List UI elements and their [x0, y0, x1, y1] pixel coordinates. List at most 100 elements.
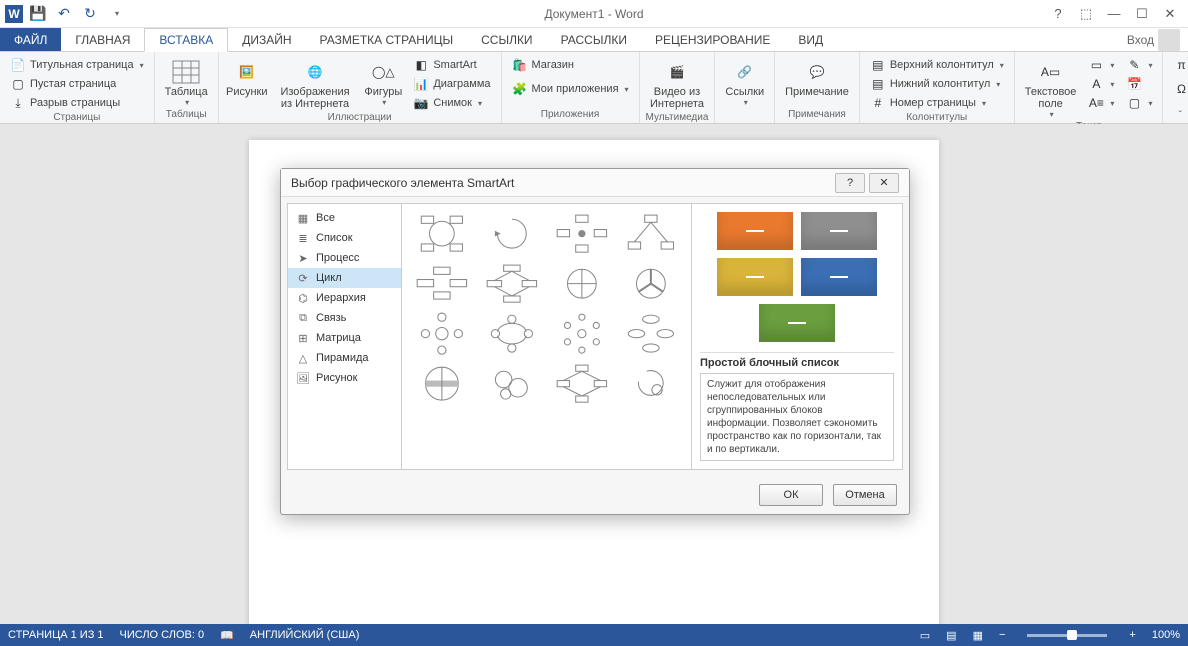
view-read-icon[interactable]: ▭ [920, 629, 930, 642]
gallery-thumb[interactable] [619, 212, 683, 256]
symbol-button[interactable]: ΩСимвол [1169, 80, 1188, 98]
tab-references[interactable]: ССЫЛКИ [467, 28, 546, 51]
maximize-icon[interactable]: ☐ [1129, 3, 1155, 25]
view-web-icon[interactable]: ▦ [973, 629, 983, 642]
group-apps: 🛍️Магазин 🧩Мои приложения Приложения [502, 52, 640, 123]
tab-home[interactable]: ГЛАВНАЯ [61, 28, 144, 51]
text-extras-5[interactable]: 📅 [1122, 75, 1156, 93]
tab-layout[interactable]: РАЗМЕТКА СТРАНИЦЫ [306, 28, 468, 51]
gallery-thumb[interactable] [410, 362, 474, 406]
group-illustrations: 🖼️Рисунки 🌐Изображения из Интернета ◯△Фи… [219, 52, 502, 123]
redo-icon[interactable]: ↻ [79, 3, 101, 25]
smartart-button[interactable]: ◧SmartArt [409, 56, 494, 74]
gallery-thumb[interactable] [550, 362, 614, 406]
zoom-slider[interactable] [1027, 634, 1107, 637]
group-symbols: πУравнение ΩСимвол Символы [1163, 52, 1188, 123]
cat-all[interactable]: ▦Все [288, 208, 401, 228]
status-bar: СТРАНИЦА 1 ИЗ 1 ЧИСЛО СЛОВ: 0 📖 АНГЛИЙСК… [0, 624, 1188, 646]
zoom-level[interactable]: 100% [1152, 629, 1180, 641]
tab-design[interactable]: ДИЗАЙН [228, 28, 305, 51]
smartart-dialog: Выбор графического элемента SmartArt ? ✕… [280, 168, 910, 515]
cat-pyramid[interactable]: △Пирамида [288, 348, 401, 368]
links-button[interactable]: 🔗Ссылки [721, 56, 768, 109]
chart-button[interactable]: 📊Диаграмма [409, 75, 494, 93]
gallery-thumb[interactable] [480, 362, 544, 406]
group-links: 🔗Ссылки [715, 52, 775, 123]
pictures-button[interactable]: 🖼️Рисунки [225, 56, 269, 100]
zoom-in-icon[interactable]: + [1129, 629, 1135, 641]
symbol-icon: Ω [1173, 81, 1188, 97]
gallery-thumb[interactable] [480, 212, 544, 256]
gallery-thumb[interactable] [619, 262, 683, 306]
text-extras-6[interactable]: ▢ [1122, 94, 1156, 112]
comment-button[interactable]: 💬Примечание [781, 56, 853, 100]
page-number-button[interactable]: #Номер страницы [866, 94, 1008, 112]
gallery-thumb[interactable] [410, 212, 474, 256]
cat-cycle[interactable]: ⟳Цикл [288, 268, 401, 288]
page-break-icon: ⤓ [10, 95, 26, 111]
tab-view[interactable]: ВИД [784, 28, 837, 51]
tab-mailings[interactable]: РАССЫЛКИ [547, 28, 641, 51]
links-icon: 🔗 [729, 58, 761, 86]
status-page[interactable]: СТРАНИЦА 1 ИЗ 1 [8, 629, 104, 641]
blank-page-icon: ▢ [10, 76, 26, 92]
store-button[interactable]: 🛍️Магазин [508, 56, 633, 74]
collapse-ribbon-icon[interactable]: ˇ [1179, 110, 1182, 121]
cat-picture[interactable]: 🖼Рисунок [288, 368, 401, 388]
help-icon[interactable]: ? [1045, 3, 1071, 25]
preview-name: Простой блочный список [700, 352, 894, 369]
cat-matrix[interactable]: ⊞Матрица [288, 328, 401, 348]
gallery-thumb[interactable] [619, 362, 683, 406]
status-language[interactable]: АНГЛИЙСКИЙ (США) [250, 629, 360, 641]
tab-review[interactable]: РЕЦЕНЗИРОВАНИЕ [641, 28, 784, 51]
gallery-thumb[interactable] [480, 312, 544, 356]
cat-hierarchy[interactable]: ⌬Иерархия [288, 288, 401, 308]
equation-button[interactable]: πУравнение [1169, 56, 1188, 74]
title-bar: W 💾 ↶ ↻ Документ1 - Word ? ⬚ — ☐ ✕ [0, 0, 1188, 28]
my-apps-button[interactable]: 🧩Мои приложения [508, 80, 633, 98]
gallery-thumb[interactable] [410, 312, 474, 356]
cover-page-button[interactable]: 📄Титульная страница [6, 56, 148, 74]
save-icon[interactable]: 💾 [27, 3, 49, 25]
dialog-help-button[interactable]: ? [835, 173, 865, 193]
cat-list[interactable]: ≣Список [288, 228, 401, 248]
text-extras-1[interactable]: ▭ [1084, 56, 1118, 74]
footer-button[interactable]: ▤Нижний колонтитул [866, 75, 1008, 93]
gallery-thumb[interactable] [550, 212, 614, 256]
zoom-out-icon[interactable]: − [999, 629, 1005, 641]
status-words[interactable]: ЧИСЛО СЛОВ: 0 [120, 629, 205, 641]
gallery-thumb[interactable] [480, 262, 544, 306]
sign-in[interactable]: Вход [1119, 28, 1188, 51]
gallery-thumb[interactable] [619, 312, 683, 356]
text-extras-2[interactable]: А [1084, 75, 1118, 93]
view-print-icon[interactable]: ▤ [946, 629, 956, 642]
page-break-button[interactable]: ⤓Разрыв страницы [6, 94, 148, 112]
cat-process[interactable]: ➤Процесс [288, 248, 401, 268]
text-extras-4[interactable]: ✎ [1122, 56, 1156, 74]
textbox-button[interactable]: A▭Текстовое поле [1021, 56, 1081, 121]
dialog-close-button[interactable]: ✕ [869, 173, 899, 193]
blank-page-button[interactable]: ▢Пустая страница [6, 75, 148, 93]
ok-button[interactable]: ОК [759, 484, 823, 506]
online-video-button[interactable]: 🎬Видео из Интернета [646, 56, 709, 112]
shapes-button[interactable]: ◯△Фигуры [361, 56, 405, 109]
tab-insert[interactable]: ВСТАВКА [144, 28, 228, 52]
gallery-thumb[interactable] [410, 262, 474, 306]
ribbon-display-icon[interactable]: ⬚ [1073, 3, 1099, 25]
undo-icon[interactable]: ↶ [53, 3, 75, 25]
qat-customize-icon[interactable] [105, 3, 127, 25]
cat-relationship[interactable]: ⧉Связь [288, 308, 401, 328]
gallery-thumb[interactable] [550, 312, 614, 356]
minimize-icon[interactable]: — [1101, 3, 1127, 25]
close-icon[interactable]: ✕ [1157, 3, 1183, 25]
table-button[interactable]: Таблица [161, 56, 212, 109]
text-extras-3[interactable]: A≡ [1084, 94, 1118, 112]
screenshot-button[interactable]: 📷Снимок [409, 94, 494, 112]
gallery-thumb[interactable] [550, 262, 614, 306]
header-button[interactable]: ▤Верхний колонтитул [866, 56, 1008, 74]
online-pictures-button[interactable]: 🌐Изображения из Интернета [273, 56, 358, 112]
status-proofing-icon[interactable]: 📖 [220, 629, 234, 642]
tab-file[interactable]: ФАЙЛ [0, 28, 61, 51]
cat-picture-icon: 🖼 [296, 371, 310, 385]
cancel-button[interactable]: Отмена [833, 484, 897, 506]
